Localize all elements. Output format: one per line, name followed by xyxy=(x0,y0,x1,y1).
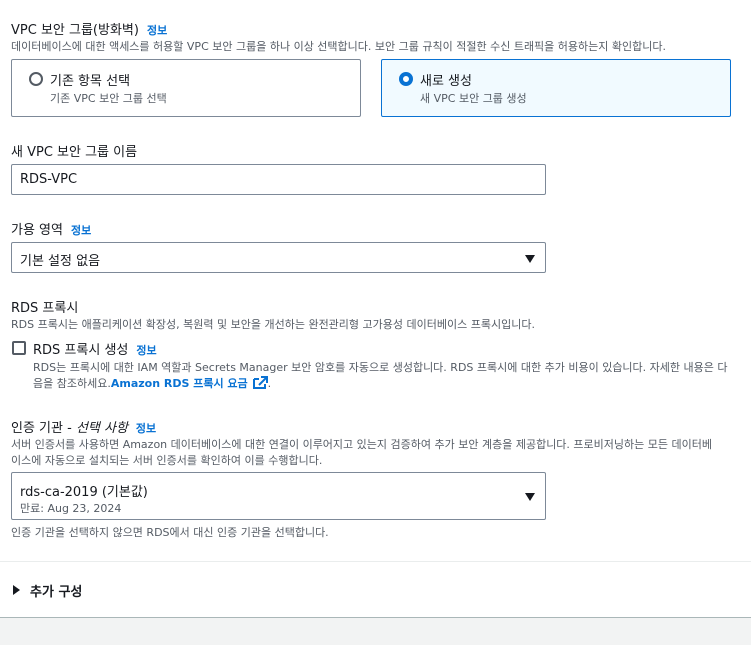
proxy-info-link[interactable]: 정보 xyxy=(136,344,156,357)
az-info-link[interactable]: 정보 xyxy=(71,224,91,237)
tile-select-existing-subtitle: 기존 VPC 보안 그룹 선택 xyxy=(50,92,167,105)
tile-select-existing-title: 기존 항목 선택 xyxy=(50,74,131,89)
footer-bar xyxy=(0,618,751,645)
section-divider xyxy=(0,561,751,562)
az-select[interactable]: 기본 설정 없음 xyxy=(11,242,546,273)
ca-label-optional: 선택 사항 xyxy=(75,421,128,436)
proxy-checkbox-desc-2: 음을 참조하세요.Amazon RDS 프록시 요금. xyxy=(33,375,271,391)
additional-config-toggle[interactable]: 추가 구성 xyxy=(30,581,82,600)
vpc-sg-description: 데이터베이스에 대한 액세스를 허용할 VPC 보안 그룹을 하나 이상 선택합… xyxy=(11,40,666,53)
proxy-pricing-link-text[interactable]: Amazon RDS 프록시 요금 xyxy=(111,377,248,390)
vpc-sg-label: VPC 보안 그룹(방화벽) 정보 xyxy=(11,19,167,38)
tile-create-new-subtitle: 새 VPC 보안 그룹 생성 xyxy=(420,92,527,105)
ca-info-link[interactable]: 정보 xyxy=(136,422,156,435)
vpc-sg-info-link[interactable]: 정보 xyxy=(147,24,167,37)
proxy-desc-period: . xyxy=(267,377,272,390)
ca-select-expiry: 만료: Aug 23, 2024 xyxy=(20,502,122,515)
caret-right-icon[interactable] xyxy=(13,585,20,595)
new-sg-name-label: 새 VPC 보안 그룹 이름 xyxy=(11,145,138,160)
vpc-sg-label-text: VPC 보안 그룹(방화벽) xyxy=(11,23,139,38)
proxy-description: RDS 프록시는 애플리케이션 확장성, 복원력 및 보안을 개선하는 완전관리… xyxy=(11,318,535,331)
proxy-checkbox-desc-1: RDS는 프록시에 대한 IAM 역할과 Secrets Manager 보안 … xyxy=(33,361,728,374)
ca-description-2: 이스에 자동으로 설치되는 서버 인증서를 확인하여 이를 수행합니다. xyxy=(11,454,323,467)
radio-select-existing[interactable] xyxy=(29,72,43,86)
proxy-pricing-link[interactable]: Amazon RDS 프록시 요금 xyxy=(111,376,268,390)
ca-description-1: 서버 인증서를 사용하면 Amazon 데이터베이스에 대한 연결이 이루어지고… xyxy=(11,438,712,451)
tile-create-new[interactable]: 새로 생성 새 VPC 보안 그룹 생성 xyxy=(381,59,731,117)
external-link-icon xyxy=(252,376,268,389)
tile-create-new-title: 새로 생성 xyxy=(420,74,472,89)
proxy-checkbox[interactable] xyxy=(12,341,26,355)
az-label: 가용 영역 정보 xyxy=(11,219,91,238)
new-sg-name-value: RDS-VPC xyxy=(20,172,78,187)
az-label-text: 가용 영역 xyxy=(11,223,63,238)
ca-label: 인증 기관 - 선택 사항 정보 xyxy=(11,417,156,436)
ca-footer: 인증 기관을 선택하지 않으면 RDS에서 대신 인증 기관을 선택합니다. xyxy=(11,526,329,539)
ca-select-value: rds-ca-2019 (기본값) xyxy=(20,485,148,500)
az-select-value: 기본 설정 없음 xyxy=(20,254,101,269)
radio-create-new[interactable] xyxy=(399,72,413,86)
ca-select[interactable]: rds-ca-2019 (기본값) 만료: Aug 23, 2024 xyxy=(11,472,546,520)
proxy-label: RDS 프록시 xyxy=(11,301,79,316)
proxy-checkbox-label-text[interactable]: RDS 프록시 생성 xyxy=(33,343,128,358)
tile-select-existing[interactable]: 기존 항목 선택 기존 VPC 보안 그룹 선택 xyxy=(11,59,361,117)
proxy-desc-prefix: 음을 참조하세요. xyxy=(33,377,111,390)
proxy-checkbox-label[interactable]: RDS 프록시 생성 정보 xyxy=(33,339,157,358)
new-sg-name-input[interactable]: RDS-VPC xyxy=(11,164,546,195)
ca-label-prefix: 인증 기관 - xyxy=(11,421,76,436)
chevron-down-icon xyxy=(525,255,535,263)
chevron-down-icon xyxy=(525,493,535,501)
